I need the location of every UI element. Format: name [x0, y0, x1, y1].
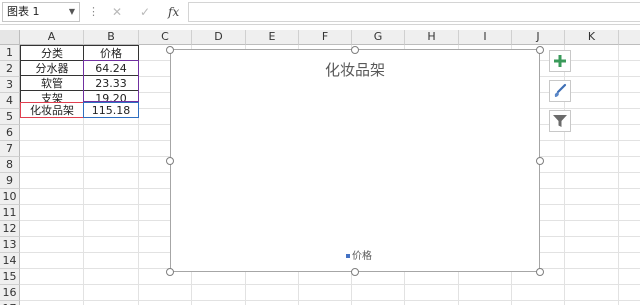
column-header-k[interactable]: K	[565, 30, 619, 45]
row-header-3[interactable]: 3	[0, 77, 20, 93]
cell-a3[interactable]: 软管	[20, 75, 84, 91]
chart-area[interactable]: 化妆品架 价格	[170, 49, 540, 272]
resize-handle-left[interactable]	[166, 157, 174, 165]
row-header-15[interactable]: 15	[0, 269, 20, 285]
column-header-g[interactable]: G	[352, 30, 405, 45]
column-header-f[interactable]: F	[299, 30, 352, 45]
row-header-13[interactable]: 13	[0, 237, 20, 253]
spreadsheet-window: 图表 1 ▼ ⋮ ✕ ✓ fx A B C D E F G H I J K 1 …	[0, 0, 640, 305]
insert-function-button[interactable]: fx	[168, 3, 179, 21]
column-header-d[interactable]: D	[192, 30, 246, 45]
row-header-11[interactable]: 11	[0, 205, 20, 221]
gridline	[20, 284, 640, 285]
resize-handle-right[interactable]	[536, 157, 544, 165]
row-header-4[interactable]: 4	[0, 93, 20, 109]
value-range-highlight	[83, 102, 139, 118]
name-box[interactable]: 图表 1 ▼	[2, 2, 80, 22]
resize-handle-bottom-right[interactable]	[536, 268, 544, 276]
chart-legend[interactable]: 价格	[346, 251, 372, 263]
resize-handle-top[interactable]	[351, 46, 359, 54]
row-header-14[interactable]: 14	[0, 253, 20, 269]
more-options-icon[interactable]: ⋮	[88, 3, 99, 21]
chart-elements-button[interactable]	[549, 50, 571, 72]
row-header-2[interactable]: 2	[0, 61, 20, 77]
resize-handle-top-left[interactable]	[166, 46, 174, 54]
funnel-icon	[553, 115, 567, 127]
legend-swatch	[346, 254, 350, 258]
resize-handle-bottom[interactable]	[351, 268, 359, 276]
gridline	[618, 45, 619, 305]
category-range-highlight	[20, 102, 84, 118]
formula-input[interactable]	[188, 2, 640, 22]
chevron-down-icon[interactable]: ▼	[69, 3, 75, 21]
column-header-l[interactable]	[619, 30, 640, 45]
column-header-e[interactable]: E	[246, 30, 299, 45]
row-header-6[interactable]: 6	[0, 125, 20, 141]
column-header-i[interactable]: I	[459, 30, 512, 45]
row-header-9[interactable]: 9	[0, 173, 20, 189]
row-header-5[interactable]: 5	[0, 109, 20, 125]
name-box-value: 图表 1	[7, 5, 40, 18]
row-header-7[interactable]: 7	[0, 141, 20, 157]
row-header-10[interactable]: 10	[0, 189, 20, 205]
chart-title[interactable]: 化妆品架	[171, 59, 539, 80]
column-header-b[interactable]: B	[84, 30, 139, 45]
resize-handle-bottom-left[interactable]	[166, 268, 174, 276]
row-header-16[interactable]: 16	[0, 285, 20, 301]
paintbrush-icon	[554, 83, 567, 97]
check-icon[interactable]: ✓	[140, 3, 150, 21]
select-all-corner[interactable]	[0, 30, 20, 45]
legend-label: 价格	[352, 251, 372, 262]
row-header-1[interactable]: 1	[0, 45, 20, 61]
close-icon[interactable]: ✕	[112, 3, 122, 21]
series-range-highlight	[83, 60, 139, 102]
plus-icon	[554, 55, 566, 67]
column-header-c[interactable]: C	[139, 30, 192, 45]
cell-a2[interactable]: 分水器	[20, 60, 84, 76]
column-header-j[interactable]: J	[512, 30, 565, 45]
cell-a1[interactable]: 分类	[20, 45, 84, 61]
row-header-17[interactable]: 17	[0, 301, 20, 305]
row-header-8[interactable]: 8	[0, 157, 20, 173]
resize-handle-top-right[interactable]	[536, 46, 544, 54]
chart-filters-button[interactable]	[549, 110, 571, 132]
row-header-12[interactable]: 12	[0, 221, 20, 237]
column-header-a[interactable]: A	[20, 30, 84, 45]
formula-bar: 图表 1 ▼ ⋮ ✕ ✓ fx	[0, 0, 640, 25]
chart-styles-button[interactable]	[549, 80, 571, 102]
cell-b1[interactable]: 价格	[83, 45, 139, 61]
column-header-h[interactable]: H	[405, 30, 459, 45]
gridline	[20, 300, 640, 301]
